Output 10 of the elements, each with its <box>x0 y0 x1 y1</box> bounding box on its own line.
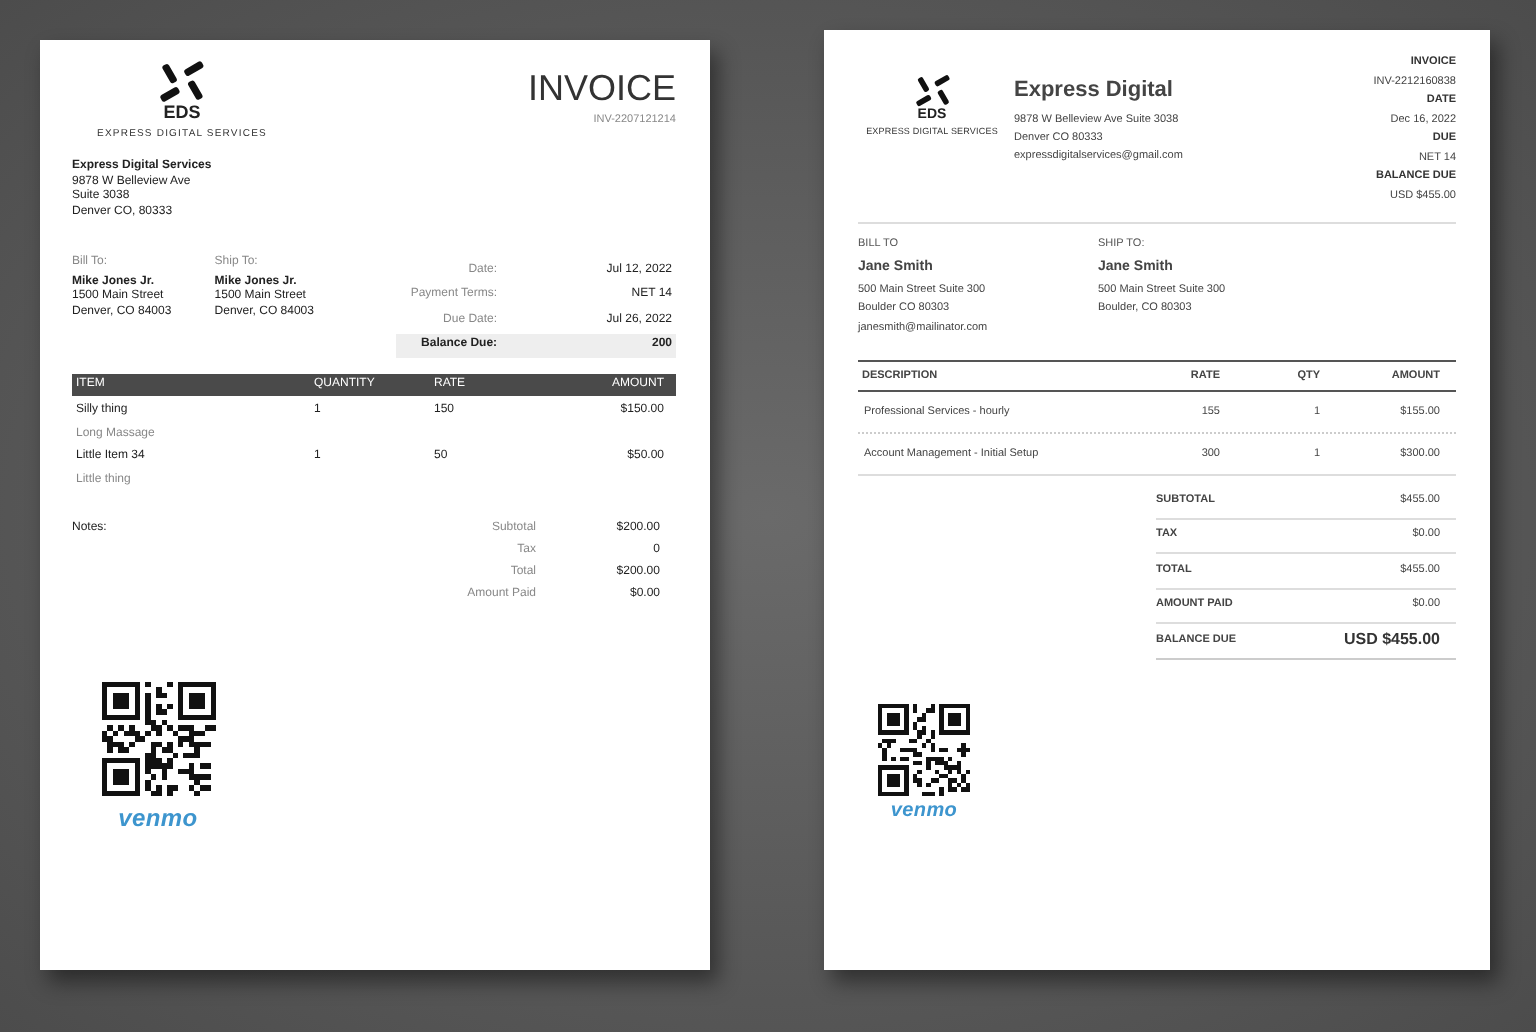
logo-initials: EDS <box>163 104 201 124</box>
pinwheel-logo-icon <box>915 74 949 108</box>
venmo-logo: venmo <box>890 801 958 822</box>
pinwheel-logo-icon <box>160 60 204 104</box>
qr-code-icon <box>101 682 215 797</box>
invoice-title: INVOICE <box>527 70 676 106</box>
qr-code-icon <box>878 703 970 796</box>
company-name: Express Digital <box>1014 78 1175 106</box>
total-value: USD $455.00 <box>1343 630 1440 651</box>
venmo-logo: venmo <box>118 806 198 831</box>
